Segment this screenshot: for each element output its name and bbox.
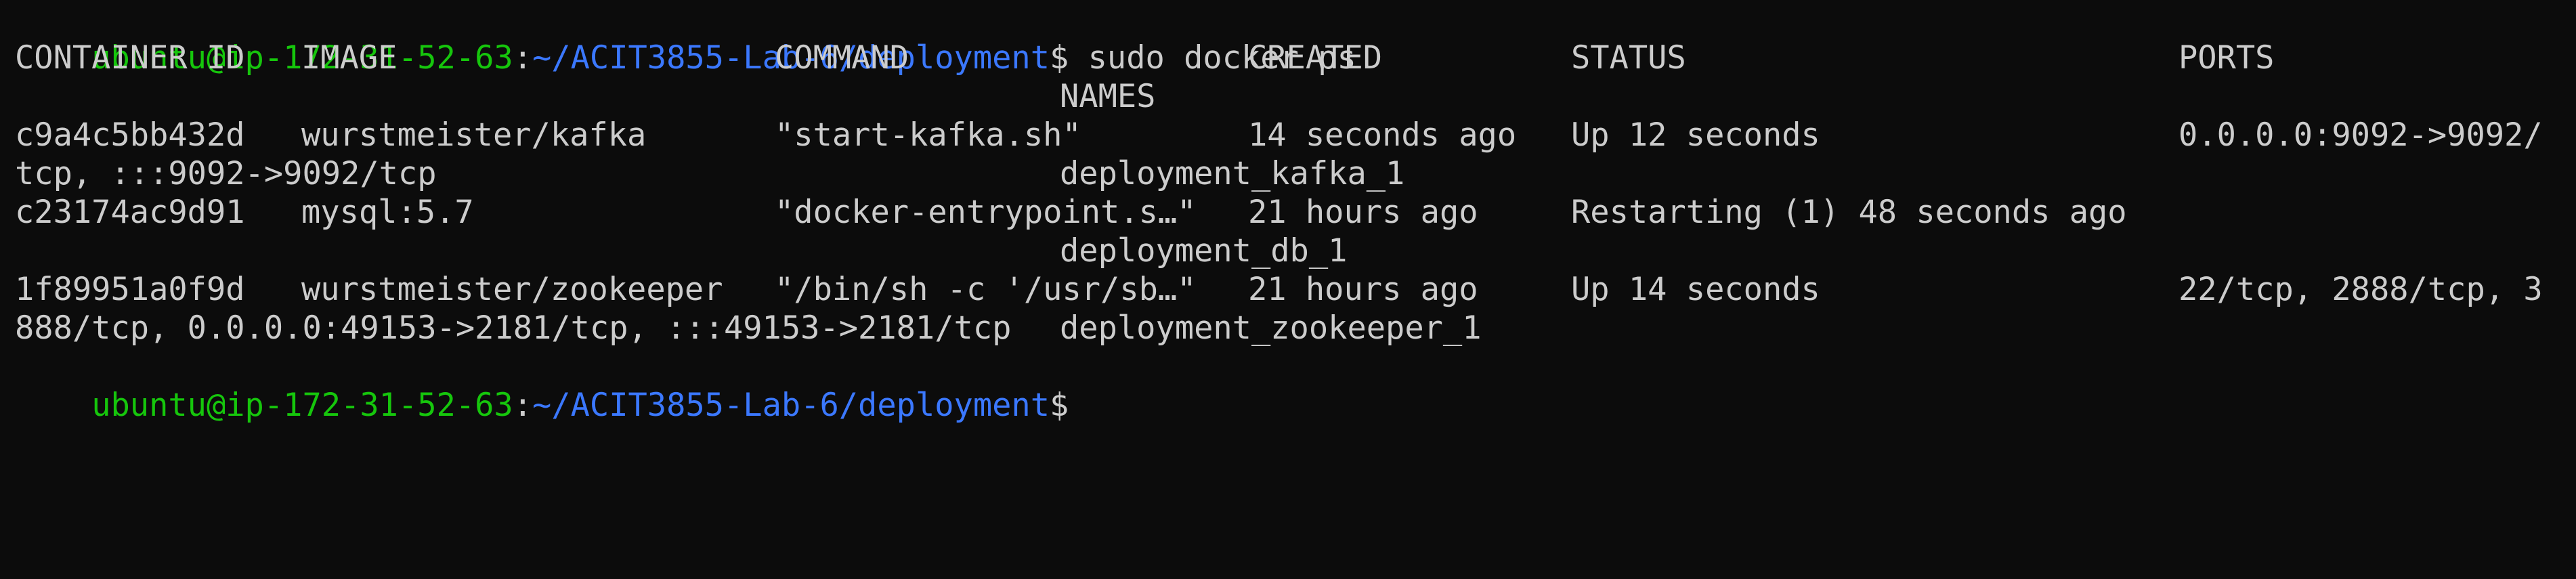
active-prompt[interactable]: ubuntu@ip-172-31-52-63:~/ACIT3855-Lab-6/…: [15, 347, 1071, 424]
container-command: "/bin/sh -c '/usr/sb…": [775, 271, 1197, 308]
created-time: 21 hours ago: [1248, 271, 1478, 308]
table-row: c23174ac9d91 mysql:5.7 "docker-entrypoin…: [15, 193, 2561, 232]
created-time: 21 hours ago: [1248, 194, 1478, 231]
container-id: c23174ac9d91: [15, 194, 245, 231]
container-command: "start-kafka.sh": [775, 116, 1081, 154]
table-row-wrap: tcp, :::9092->9092/tcp deployment_kafka_…: [15, 154, 2561, 193]
container-ports: 0.0.0.0:9092->9092/: [2178, 116, 2543, 154]
header-container-id: CONTAINER ID: [15, 39, 245, 77]
header-created: CREATED: [1248, 39, 1383, 77]
container-status: Restarting (1) 48 seconds ago: [1571, 194, 2127, 231]
container-ports-continued: tcp, :::9092->9092/tcp: [15, 155, 437, 192]
table-row: 1f89951a0f9d wurstmeister/zookeeper "/bi…: [15, 270, 2561, 309]
container-name: deployment_db_1: [1060, 232, 1348, 270]
table-header: CONTAINER ID IMAGE COMMAND CREATED STATU…: [15, 39, 2561, 77]
terminal-window[interactable]: ubuntu@ip-172-31-52-63:~/ACIT3855-Lab-6/…: [0, 0, 2576, 424]
prompt-user: ubuntu@ip-172-31-52-63: [91, 387, 513, 424]
command-line: ubuntu@ip-172-31-52-63:~/ACIT3855-Lab-6/…: [15, 0, 1356, 77]
header-ports: PORTS: [2178, 39, 2275, 77]
container-status: Up 12 seconds: [1571, 116, 1820, 154]
header-image: IMAGE: [301, 39, 398, 77]
created-time: 14 seconds ago: [1248, 116, 1517, 154]
table-header-wrap: NAMES: [15, 77, 2561, 116]
container-id: 1f89951a0f9d: [15, 271, 245, 308]
prompt-path: ~/ACIT3855-Lab-6/deployment: [532, 387, 1050, 424]
image-name: wurstmeister/zookeeper: [301, 271, 723, 308]
container-name: deployment_zookeeper_1: [1060, 309, 1482, 347]
table-row-wrap: deployment_db_1: [15, 232, 2561, 270]
container-status: Up 14 seconds: [1571, 271, 1820, 308]
container-ports-continued: 888/tcp, 0.0.0.0:49153->2181/tcp, :::491…: [15, 309, 1012, 347]
container-command: "docker-entrypoint.s…": [775, 194, 1197, 231]
container-name: deployment_kafka_1: [1060, 155, 1405, 192]
header-names: NAMES: [1060, 78, 1156, 115]
prompt-symbol: $: [1050, 387, 1069, 424]
header-command: COMMAND: [775, 39, 909, 77]
image-name: mysql:5.7: [301, 194, 474, 231]
container-ports: 22/tcp, 2888/tcp, 3: [2178, 271, 2543, 308]
table-row-wrap: 888/tcp, 0.0.0.0:49153->2181/tcp, :::491…: [15, 309, 2561, 347]
text-cursor: [1069, 391, 1071, 421]
container-id: c9a4c5bb432d: [15, 116, 245, 154]
table-row: c9a4c5bb432d wurstmeister/kafka "start-k…: [15, 116, 2561, 154]
prompt-colon: :: [513, 387, 533, 424]
image-name: wurstmeister/kafka: [301, 116, 647, 154]
header-status: STATUS: [1571, 39, 1686, 77]
